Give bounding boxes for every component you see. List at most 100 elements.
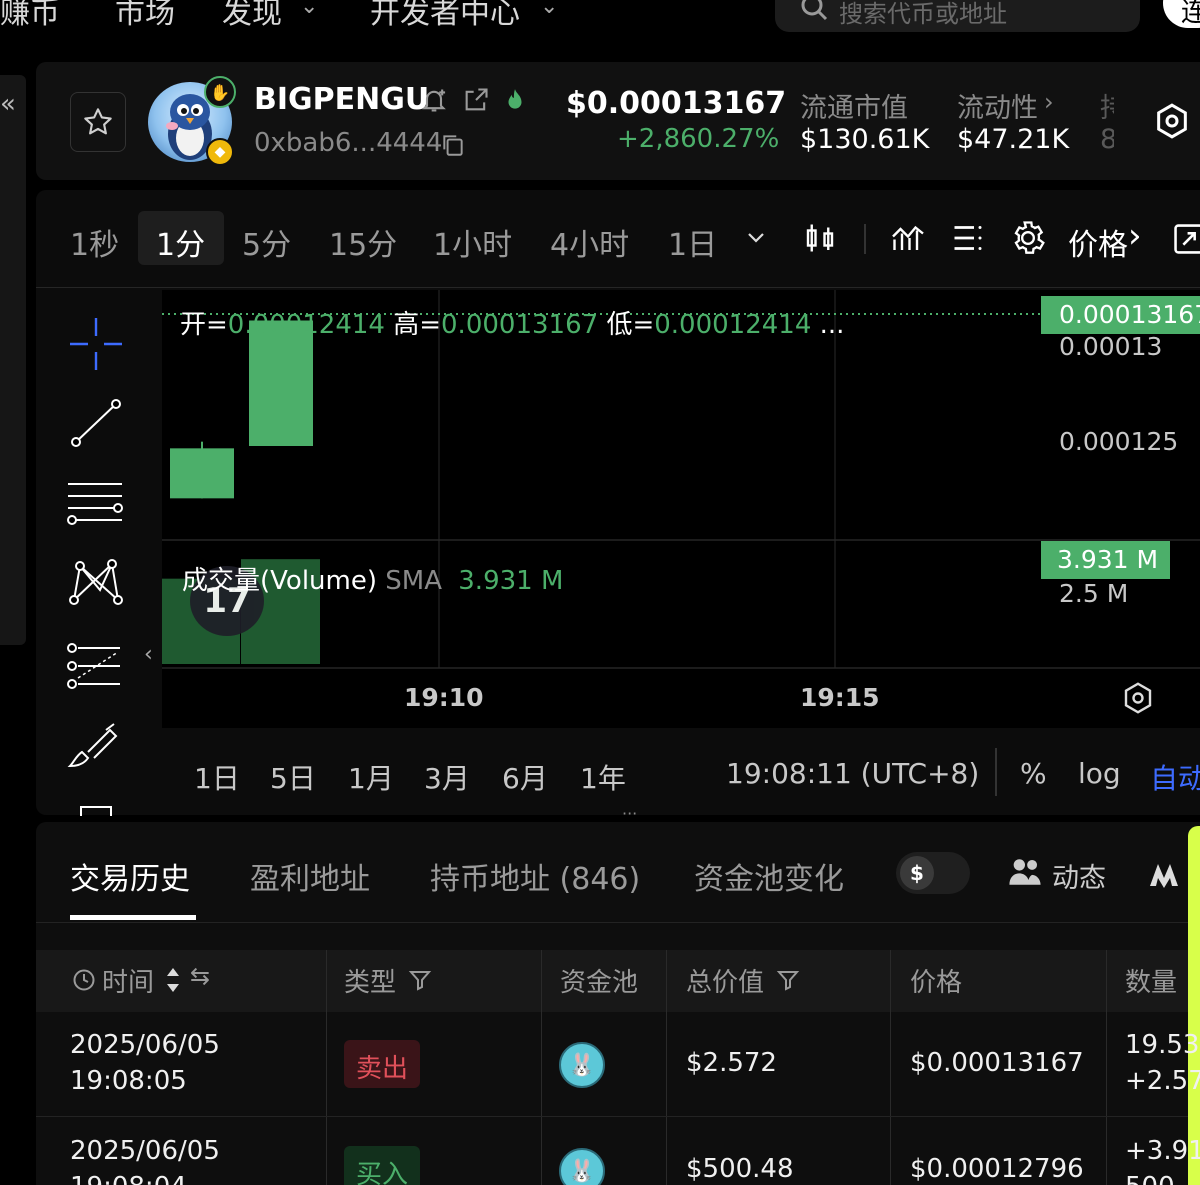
row-2-price: $0.00012796 bbox=[910, 1154, 1084, 1184]
token-address: 0xbab6...4444 bbox=[254, 128, 443, 158]
holders-value: 8 bbox=[1100, 124, 1114, 155]
col-type[interactable]: 类型 bbox=[344, 962, 396, 999]
currency-toggle-label: $ bbox=[910, 861, 924, 885]
hexagon-settings-icon[interactable] bbox=[1120, 680, 1156, 716]
price-toggle-label[interactable]: 价格 bbox=[1068, 220, 1128, 264]
search-icon bbox=[801, 0, 828, 21]
low-label: 低= bbox=[606, 310, 655, 340]
chart-clock: 19:08:11 (UTC+8) bbox=[726, 757, 980, 790]
crosshair-icon[interactable] bbox=[66, 316, 126, 372]
activity-tab[interactable]: 动态 bbox=[1052, 856, 1106, 895]
candlestick-type-icon[interactable] bbox=[802, 220, 838, 256]
nav-item-developer[interactable]: 开发者中心 bbox=[370, 0, 520, 32]
fib-tool-icon[interactable] bbox=[66, 638, 126, 694]
brand-m-icon[interactable] bbox=[1148, 860, 1188, 888]
collapsed-sidebar[interactable]: « bbox=[0, 75, 26, 645]
resize-handle-icon[interactable]: ··· bbox=[622, 804, 637, 823]
nav-item-market[interactable]: 市场 bbox=[115, 0, 175, 32]
market-cap-label: 流通市值 bbox=[800, 93, 908, 124]
timeframe-1d[interactable]: 1日 bbox=[668, 220, 717, 264]
connect-button[interactable]: 连 bbox=[1163, 0, 1200, 28]
row-1-date: 2025/06/05 bbox=[70, 1030, 220, 1060]
tab-holders[interactable]: 持币地址 (846) bbox=[430, 854, 640, 898]
sma-label: SMA bbox=[385, 566, 442, 596]
timeframe-15m[interactable]: 15分 bbox=[329, 220, 397, 264]
auto-toggle[interactable]: 自动 bbox=[1150, 757, 1200, 797]
token-name: BIGPENGU bbox=[254, 82, 430, 117]
price-chart bbox=[162, 290, 1200, 669]
hexagon-settings-icon[interactable] bbox=[1152, 100, 1192, 142]
range-5d[interactable]: 5日 bbox=[270, 757, 316, 797]
tabs-separator bbox=[36, 922, 1188, 923]
range-1y[interactable]: 1年 bbox=[580, 757, 626, 797]
search-input[interactable]: 搜索代币或地址 bbox=[775, 0, 1140, 32]
col-time[interactable]: 时间 bbox=[102, 962, 154, 999]
copy-icon[interactable] bbox=[440, 132, 466, 158]
token-price: $0.00013167 bbox=[566, 86, 787, 121]
col-total-value[interactable]: 总价值 bbox=[686, 962, 764, 999]
active-tab-indicator bbox=[70, 915, 196, 920]
filter-icon[interactable] bbox=[408, 968, 432, 992]
tab-profit-addresses[interactable]: 盈利地址 bbox=[250, 854, 370, 898]
tab-trade-history[interactable]: 交易历史 bbox=[70, 854, 190, 898]
volume-tick: 2.5 M bbox=[1059, 579, 1129, 608]
legend-more: ... bbox=[819, 310, 845, 340]
time-format-icon[interactable]: ⇆ bbox=[190, 962, 210, 990]
timeframe-1m[interactable]: 1分 bbox=[156, 220, 205, 264]
collapse-toolbar-icon[interactable]: ‹ bbox=[144, 642, 153, 667]
high-value: 0.00013167 bbox=[441, 310, 599, 340]
col-price: 价格 bbox=[910, 968, 963, 998]
search-placeholder: 搜索代币或地址 bbox=[839, 0, 1007, 28]
row-1-type: 卖出 bbox=[356, 1054, 409, 1084]
more-tools-icon[interactable] bbox=[80, 806, 112, 816]
percent-toggle[interactable]: % bbox=[1020, 757, 1047, 790]
gear-icon[interactable] bbox=[1008, 218, 1048, 258]
bell-plus-icon[interactable] bbox=[420, 86, 448, 114]
external-link-icon[interactable] bbox=[462, 86, 490, 114]
low-value: 0.00012414 bbox=[654, 310, 812, 340]
tab-pool-changes[interactable]: 资金池变化 bbox=[694, 854, 844, 898]
range-1d[interactable]: 1日 bbox=[194, 757, 240, 797]
side-drawer-handle[interactable] bbox=[1188, 826, 1200, 1185]
time-tick-2: 19:15 bbox=[800, 683, 880, 712]
volume-legend: 成交量(Volume) SMA 3.931 M bbox=[182, 560, 563, 597]
nav-item-earn[interactable]: 赚币 bbox=[0, 0, 60, 32]
candle-body bbox=[170, 448, 234, 499]
pancakeswap-icon[interactable]: 🐰 bbox=[559, 1042, 605, 1088]
favorite-button[interactable] bbox=[70, 92, 126, 152]
filter-icon[interactable] bbox=[776, 968, 800, 992]
indicators-icon[interactable] bbox=[890, 220, 926, 256]
timeframe-1s[interactable]: 1秒 bbox=[70, 220, 119, 264]
list-icon[interactable] bbox=[950, 220, 986, 256]
timeframe-5m[interactable]: 5分 bbox=[242, 220, 291, 264]
sort-icon[interactable] bbox=[164, 966, 182, 994]
horizontal-lines-icon[interactable] bbox=[66, 476, 126, 532]
price-change: +2,860.27% bbox=[617, 124, 780, 154]
col-quantity: 数量 bbox=[1125, 968, 1178, 998]
nav-item-discover[interactable]: 发现 bbox=[222, 0, 282, 32]
log-toggle[interactable]: log bbox=[1078, 757, 1121, 790]
row-separator bbox=[36, 1116, 1188, 1117]
col-divider bbox=[1106, 950, 1107, 1185]
row-2-qty-token: +3.91M bbox=[1125, 1136, 1200, 1166]
range-6mo[interactable]: 6月 bbox=[502, 757, 548, 797]
timeframe-4h[interactable]: 4小时 bbox=[550, 220, 629, 264]
currency-toggle[interactable]: $ bbox=[896, 852, 970, 894]
row-2-time: 19:08:04 bbox=[70, 1172, 187, 1185]
timeframe-1h[interactable]: 1小时 bbox=[433, 220, 512, 264]
trend-line-icon[interactable] bbox=[66, 396, 126, 452]
high-label: 高= bbox=[393, 310, 442, 340]
brush-icon[interactable] bbox=[66, 722, 126, 772]
liquidity-label[interactable]: 流动性 bbox=[957, 86, 1038, 125]
chart-area[interactable] bbox=[162, 290, 1200, 728]
pattern-tool-icon[interactable] bbox=[66, 556, 126, 612]
double-chevron-left-icon[interactable]: « bbox=[0, 89, 16, 119]
fullscreen-icon[interactable] bbox=[1172, 222, 1200, 256]
open-value: 0.00012414 bbox=[227, 310, 385, 340]
row-1-time: 19:08:05 bbox=[70, 1066, 187, 1096]
col-divider bbox=[666, 950, 667, 1185]
chevron-down-icon[interactable] bbox=[744, 228, 768, 248]
range-3mo[interactable]: 3月 bbox=[424, 757, 470, 797]
range-1mo[interactable]: 1月 bbox=[348, 757, 394, 797]
chevron-down-icon: ⌄ bbox=[300, 0, 319, 19]
